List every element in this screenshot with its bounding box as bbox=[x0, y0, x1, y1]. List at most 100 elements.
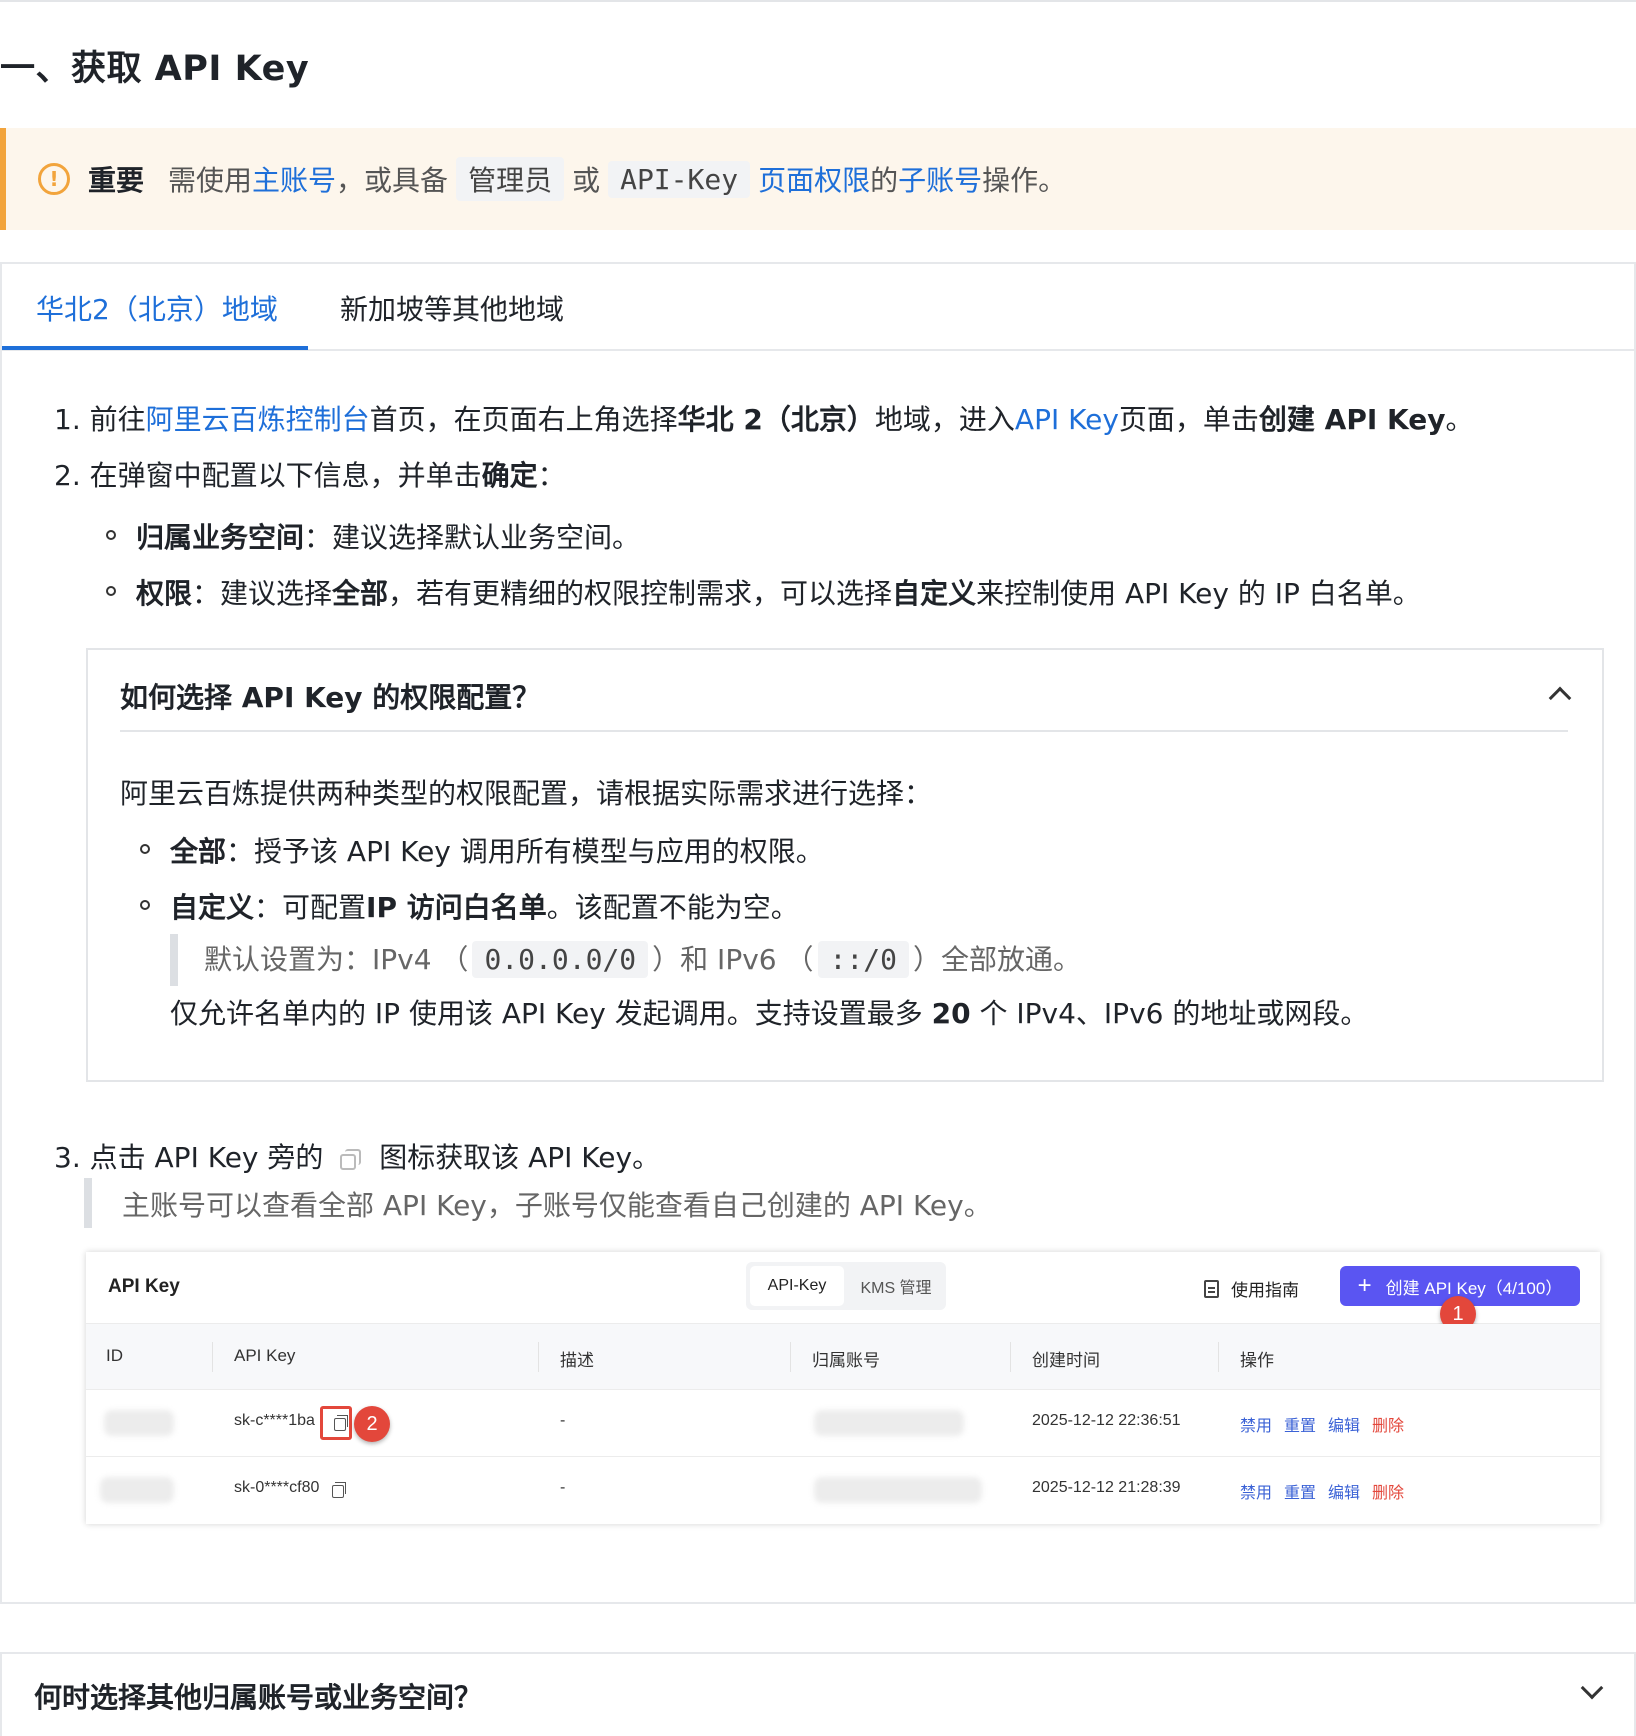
step-2-colon: ： bbox=[537, 459, 566, 492]
reset-action[interactable]: 重置 bbox=[1284, 1412, 1316, 1436]
col-account: 归属账号 bbox=[812, 1351, 880, 1370]
notice-text-2: ，或具备 bbox=[336, 164, 449, 197]
document-icon bbox=[1204, 1279, 1219, 1298]
option-all-text: ：授予该 API Key 调用所有模型与应用的权限。 bbox=[226, 835, 824, 868]
redacted-account bbox=[814, 1410, 964, 1436]
usage-guide-link[interactable]: 使用指南 bbox=[1204, 1276, 1299, 1301]
sub-account-link[interactable]: 子账号 bbox=[898, 159, 982, 199]
col-separator bbox=[790, 1342, 791, 1372]
create-api-key-label: 创建 API Key（4/100） bbox=[1385, 1278, 1563, 1298]
ipv6-code: ::/0 bbox=[817, 941, 909, 978]
chevron-down-icon[interactable] bbox=[1580, 1676, 1604, 1700]
seg-kms[interactable]: KMS 管理 bbox=[850, 1266, 942, 1306]
tab-singapore[interactable]: 新加坡等其他地域 bbox=[340, 288, 564, 328]
quote-text-2: ）和 IPv6 （ bbox=[652, 943, 814, 976]
step-3-number: 3. bbox=[54, 1141, 81, 1174]
permission-label: 权限 bbox=[136, 577, 193, 610]
col-id: ID bbox=[106, 1346, 123, 1365]
table-row: sk-c****1ba 2 - 2025-12-12 22:36:51 禁用 重… bbox=[86, 1390, 1600, 1457]
account-workspace-collapse[interactable]: 何时选择其他归属账号或业务空间？ bbox=[0, 1652, 1636, 1736]
edit-action[interactable]: 编辑 bbox=[1328, 1479, 1360, 1503]
console-header: API Key API-Key KMS 管理 使用指南 + 创建 API Key… bbox=[86, 1252, 1600, 1332]
option-custom-text-1: ：可配置 bbox=[254, 891, 367, 924]
step-3-text-1: 点击 API Key 旁的 bbox=[89, 1141, 324, 1174]
col-created: 创建时间 bbox=[1032, 1351, 1100, 1370]
step-1-text-2: 首页，在页面右上角选择 bbox=[369, 403, 678, 436]
ipv4-code: 0.0.0.0/0 bbox=[472, 941, 649, 978]
delete-action[interactable]: 删除 bbox=[1372, 1479, 1404, 1503]
console-segment-switch: API-Key KMS 管理 bbox=[746, 1262, 946, 1310]
permission-faq-collapse: 如何选择 API Key 的权限配置？ 阿里云百炼提供两种类型的权限配置，请根据… bbox=[86, 648, 1604, 1082]
table-header: ID API Key 描述 归属账号 创建时间 操作 bbox=[86, 1324, 1600, 1390]
step-3: 3. 点击 API Key 旁的 图标获取该 API Key。 bbox=[54, 1136, 660, 1176]
main-account-link[interactable]: 主账号 bbox=[252, 159, 336, 199]
step-1-number: 1. bbox=[54, 403, 81, 436]
tab-beijing[interactable]: 华北2（北京）地域 bbox=[36, 288, 278, 328]
bullet-icon bbox=[106, 586, 116, 596]
permission-text-2: ，若有更精细的权限控制需求，可以选择 bbox=[388, 577, 893, 610]
collapse-title[interactable]: 如何选择 API Key 的权限配置？ bbox=[120, 676, 540, 716]
chevron-up-icon[interactable] bbox=[1548, 686, 1572, 710]
col-separator bbox=[538, 1342, 539, 1372]
table-row: sk-0****cf80 - 2025-12-12 21:28:39 禁用 重置… bbox=[86, 1457, 1600, 1524]
col-desc: 描述 bbox=[560, 1351, 594, 1370]
bottom-collapse-title: 何时选择其他归属账号或业务空间？ bbox=[34, 1681, 483, 1714]
admin-code: 管理员 bbox=[456, 157, 565, 201]
api-key-value: sk-c****1ba bbox=[234, 1412, 315, 1429]
reset-action[interactable]: 重置 bbox=[1284, 1479, 1316, 1503]
page-permission-link[interactable]: 页面权限 bbox=[758, 159, 870, 199]
edit-action[interactable]: 编辑 bbox=[1328, 1412, 1360, 1436]
top-divider bbox=[0, 0, 1636, 2]
notice-text-1: 需使用 bbox=[168, 164, 253, 197]
whitelist-max: 20 bbox=[931, 997, 971, 1030]
collapse-divider bbox=[120, 730, 1568, 732]
whitelist-text-1: 仅允许名单内的 IP 使用该 API Key 发起调用。支持设置最多 bbox=[170, 997, 923, 1030]
plus-icon: + bbox=[1357, 1272, 1372, 1299]
step-badge-2: 2 bbox=[354, 1406, 390, 1442]
api-key-page-link[interactable]: API Key bbox=[1015, 403, 1119, 436]
step-3-text-2: 图标获取该 API Key。 bbox=[379, 1141, 661, 1174]
seg-api-key[interactable]: API-Key bbox=[750, 1266, 844, 1306]
usage-guide-label: 使用指南 bbox=[1231, 1281, 1299, 1300]
apikey-code: API-Key bbox=[608, 160, 751, 198]
console-title: API Key bbox=[108, 1276, 180, 1297]
default-setting-quote: 默认设置为：IPv4 （0.0.0.0/0 ）和 IPv6 （::/0 ）全部放通。 bbox=[204, 938, 1081, 978]
important-notice: ! 重要 需使用 主账号 ，或具备 管理员 或 API-Key 页面权限 的 子… bbox=[0, 128, 1636, 230]
highlight-box bbox=[320, 1406, 352, 1440]
col-separator bbox=[1218, 1342, 1219, 1372]
option-custom-text-2: 。该配置不能为空。 bbox=[546, 891, 799, 924]
notice-text-3: 或 bbox=[572, 164, 601, 197]
workspace-item: 归属业务空间：建议选择默认业务空间。 bbox=[136, 516, 640, 556]
whitelist-text-2: 个 IPv4、IPv6 的地址或网段。 bbox=[979, 997, 1369, 1030]
option-custom-whitelist: IP 访问白名单 bbox=[366, 891, 547, 924]
step-2: 2. 在弹窗中配置以下信息，并单击确定： bbox=[54, 454, 566, 494]
option-all: 全部：授予该 API Key 调用所有模型与应用的权限。 bbox=[170, 830, 824, 870]
console-screenshot: API Key API-Key KMS 管理 使用指南 + 创建 API Key… bbox=[86, 1252, 1600, 1524]
redacted-id bbox=[100, 1477, 174, 1503]
delete-action[interactable]: 删除 bbox=[1372, 1412, 1404, 1436]
redacted-account bbox=[814, 1477, 982, 1503]
created-time: 2025-12-12 22:36:51 bbox=[1032, 1412, 1181, 1429]
col-separator bbox=[212, 1342, 213, 1372]
step-1-text-3: 地域，进入 bbox=[874, 403, 1015, 436]
step-2-number: 2. bbox=[54, 459, 81, 492]
quote-bar bbox=[84, 1178, 92, 1228]
whitelist-limit: 仅允许名单内的 IP 使用该 API Key 发起调用。支持设置最多 20 个 … bbox=[170, 992, 1368, 1032]
desc-value: - bbox=[560, 1412, 566, 1429]
step-1-text-5: 。 bbox=[1445, 403, 1474, 436]
permission-custom: 自定义 bbox=[892, 577, 977, 610]
col-api-key: API Key bbox=[234, 1346, 296, 1365]
step-2-text: 在弹窗中配置以下信息，并单击 bbox=[89, 459, 482, 492]
option-custom: 自定义：可配置IP 访问白名单。该配置不能为空。 bbox=[170, 886, 799, 926]
option-custom-label: 自定义 bbox=[170, 891, 255, 924]
step-1-text-4: 页面，单击 bbox=[1118, 403, 1259, 436]
bailian-console-link[interactable]: 阿里云百炼控制台 bbox=[146, 403, 370, 436]
notice-text-4: 的 bbox=[870, 164, 899, 197]
copy-icon[interactable] bbox=[332, 1482, 346, 1498]
notice-label: 重要 bbox=[88, 164, 145, 197]
disable-action[interactable]: 禁用 bbox=[1240, 1412, 1272, 1436]
collapse-intro: 阿里云百炼提供两种类型的权限配置，请根据实际需求进行选择： bbox=[120, 777, 933, 810]
disable-action[interactable]: 禁用 bbox=[1240, 1479, 1272, 1503]
step-1-create: 创建 API Key bbox=[1258, 403, 1446, 436]
desc-value: - bbox=[560, 1479, 566, 1496]
